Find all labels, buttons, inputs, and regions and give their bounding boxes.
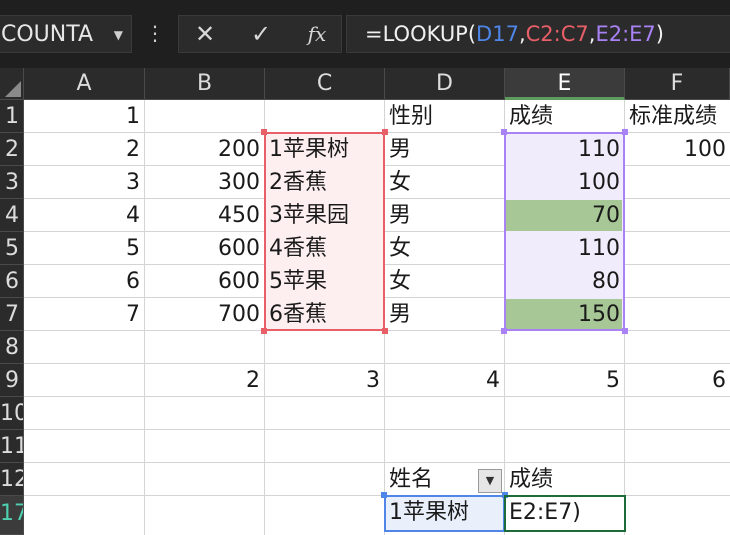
cell-c4[interactable]: 3苹果园	[265, 199, 384, 232]
cell-e6[interactable]: 80	[505, 265, 624, 298]
cell-c3[interactable]: 2香蕉	[265, 166, 384, 199]
cell-e1[interactable]: 成绩	[505, 100, 624, 133]
select-all-corner[interactable]	[0, 68, 24, 100]
cell-d7[interactable]: 男	[385, 298, 504, 331]
chevron-down-icon[interactable]: ▼	[114, 16, 123, 52]
column-header-b[interactable]: B	[145, 68, 265, 100]
formula-ref-lookup-value: D17	[476, 22, 519, 46]
range-handle[interactable]	[382, 129, 388, 135]
range-handle[interactable]	[501, 328, 507, 334]
cell-e3[interactable]: 100	[505, 166, 624, 199]
range-handle[interactable]	[502, 492, 508, 498]
column-header-c[interactable]: C	[265, 68, 385, 100]
formula-separator: ,	[518, 22, 526, 46]
cell-e7[interactable]: 150	[505, 298, 624, 331]
cell-b3[interactable]: 300	[145, 166, 264, 199]
cell-d4[interactable]: 男	[385, 199, 504, 232]
cell-d6[interactable]: 女	[385, 265, 504, 298]
name-box[interactable]: COUNTA ▼	[0, 15, 132, 53]
cell-e12[interactable]: 成绩	[505, 463, 624, 496]
formula-ref-lookup-vector: C2:C7	[525, 22, 589, 46]
cell-a3[interactable]: 3	[24, 166, 144, 199]
filter-icon[interactable]: ▼	[478, 469, 502, 493]
worksheet-grid[interactable]: A B C D E F 1 2 3 4 5 6 7 8 9 10 11 12 1…	[0, 68, 730, 535]
cell-e17-editing[interactable]: E2:E7)	[505, 496, 624, 532]
vertical-dots-icon[interactable]: ⋮	[145, 15, 165, 53]
cell-d17[interactable]: 1苹果树	[385, 496, 504, 532]
column-header-f[interactable]: F	[625, 68, 730, 100]
cell-d3[interactable]: 女	[385, 166, 504, 199]
name-box-value: COUNTA	[1, 22, 94, 47]
cell-a5[interactable]: 5	[24, 232, 144, 265]
formula-bar-area: COUNTA ▼ ⋮ ✕ ✓ fx =LOOKUP(D17,C2:C7,E2:E…	[0, 0, 730, 68]
enter-icon[interactable]: ✓	[241, 16, 281, 52]
cell-a1[interactable]: 1	[24, 100, 144, 133]
formula-buttons: ✕ ✓ fx	[178, 15, 342, 53]
cell-f9[interactable]: 6	[625, 364, 730, 397]
cell-b4[interactable]: 450	[145, 199, 264, 232]
column-header-a[interactable]: A	[24, 68, 145, 100]
cell-d2[interactable]: 男	[385, 133, 504, 166]
formula-prefix: =LOOKUP(	[365, 22, 477, 46]
gridline	[24, 495, 730, 496]
gridline	[24, 462, 730, 463]
cell-c9[interactable]: 3	[265, 364, 384, 397]
column-header-e[interactable]: E	[505, 68, 625, 100]
range-handle[interactable]	[261, 129, 267, 135]
cell-b9[interactable]: 2	[145, 364, 264, 397]
insert-function-icon[interactable]: fx	[297, 16, 337, 52]
cell-b7[interactable]: 700	[145, 298, 264, 331]
cell-c7[interactable]: 6香蕉	[265, 298, 384, 331]
row-header-11[interactable]: 11	[0, 430, 24, 463]
cell-a7[interactable]: 7	[24, 298, 144, 331]
range-handle[interactable]	[501, 129, 507, 135]
formula-ref-result-vector: E2:E7	[595, 22, 656, 46]
cell-a2[interactable]: 2	[24, 133, 144, 166]
cell-e9[interactable]: 5	[505, 364, 624, 397]
row-header-9[interactable]: 9	[0, 364, 24, 397]
row-header-5[interactable]: 5	[0, 232, 24, 265]
row-header-3[interactable]: 3	[0, 166, 24, 199]
cell-e4[interactable]: 70	[505, 199, 624, 232]
row-header-4[interactable]: 4	[0, 199, 24, 232]
cell-c5[interactable]: 4香蕉	[265, 232, 384, 265]
cell-a4[interactable]: 4	[24, 199, 144, 232]
range-handle[interactable]	[622, 328, 628, 334]
formula-suffix: )	[655, 22, 664, 46]
cell-b2[interactable]: 200	[145, 133, 264, 166]
row-header-17[interactable]: 17	[0, 496, 24, 535]
row-header-6[interactable]: 6	[0, 265, 24, 298]
range-handle[interactable]	[622, 129, 628, 135]
cell-d1[interactable]: 性别	[385, 100, 504, 133]
row-header-2[interactable]: 2	[0, 133, 24, 166]
cell-b6[interactable]: 600	[145, 265, 264, 298]
cell-e5[interactable]: 110	[505, 232, 624, 265]
row-header-1[interactable]: 1	[0, 100, 24, 133]
cell-d9[interactable]: 4	[385, 364, 504, 397]
range-handle[interactable]	[381, 492, 387, 498]
cell-e2[interactable]: 110	[505, 133, 624, 166]
formula-input[interactable]: =LOOKUP(D17,C2:C7,E2:E7)	[346, 15, 730, 53]
cell-f2[interactable]: 100	[625, 133, 730, 166]
cell-c2[interactable]: 1苹果树	[265, 133, 384, 166]
row-header-10[interactable]: 10	[0, 397, 24, 430]
cancel-icon[interactable]: ✕	[185, 16, 225, 52]
cell-f1[interactable]: 标准成绩	[625, 100, 730, 133]
row-header-8[interactable]: 8	[0, 331, 24, 364]
row-header-12[interactable]: 12	[0, 463, 24, 496]
column-header-d[interactable]: D	[385, 68, 505, 100]
range-handle[interactable]	[261, 328, 267, 334]
range-handle[interactable]	[382, 328, 388, 334]
row-header-7[interactable]: 7	[0, 298, 24, 331]
cell-c6[interactable]: 5苹果	[265, 265, 384, 298]
cell-d5[interactable]: 女	[385, 232, 504, 265]
gridline	[24, 429, 730, 430]
cell-a6[interactable]: 6	[24, 265, 144, 298]
cell-b5[interactable]: 600	[145, 232, 264, 265]
